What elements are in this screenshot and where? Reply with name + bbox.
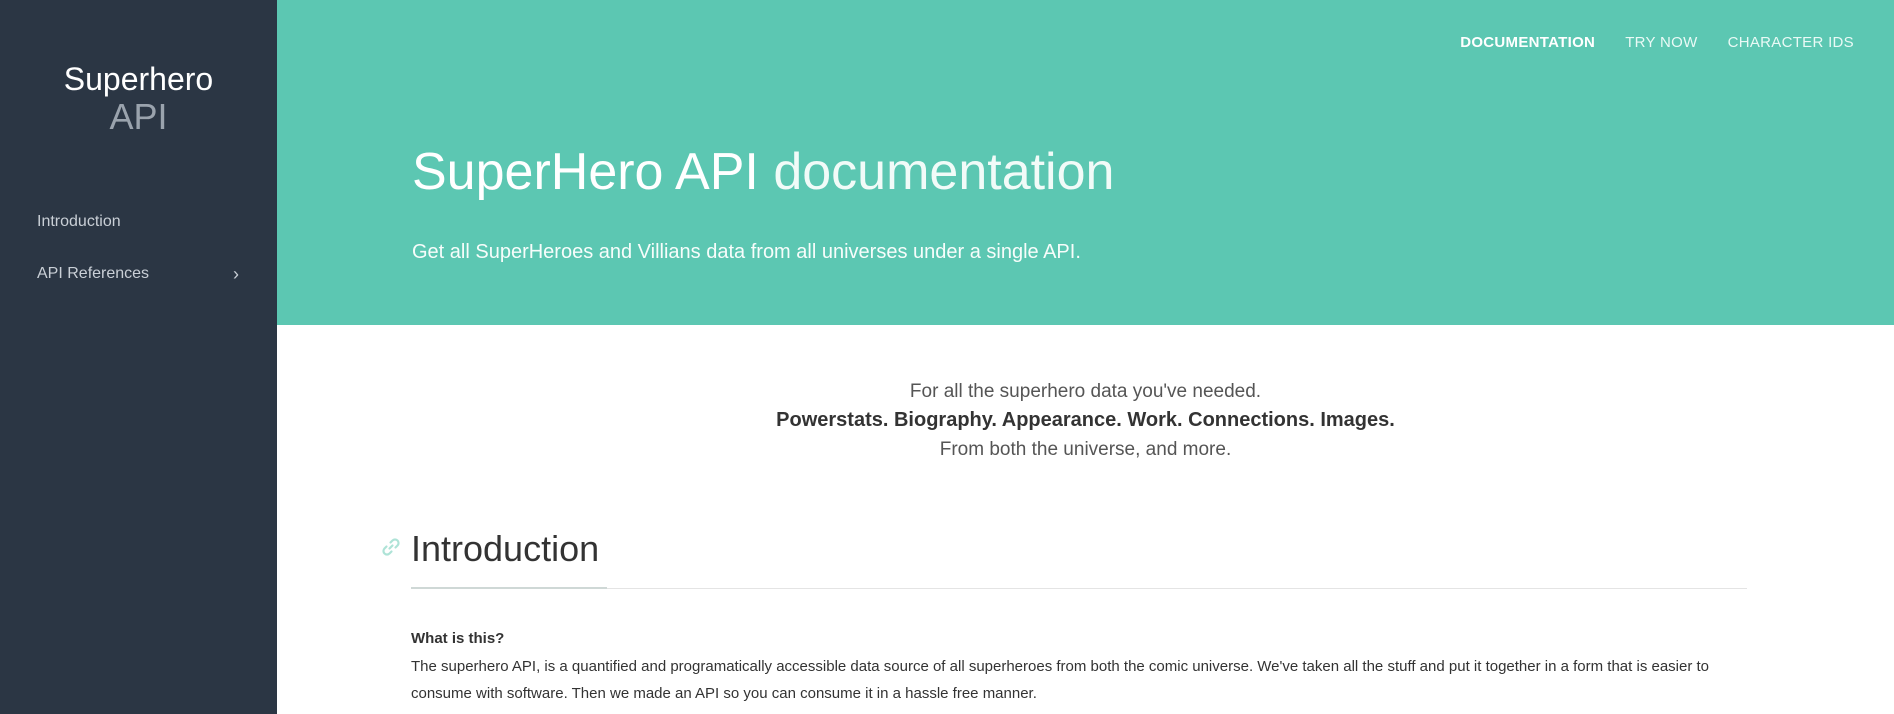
sidebar-item-introduction[interactable]: Introduction xyxy=(0,202,277,254)
page-title-main: SuperHero API xyxy=(412,143,759,201)
sidebar-nav: Introduction API References › xyxy=(0,202,277,306)
chevron-right-icon[interactable]: › xyxy=(233,254,239,294)
brand-title: Superhero xyxy=(63,61,214,97)
page-title: SuperHero API documentation xyxy=(412,142,1114,202)
tagline-line3: From both the universe, and more. xyxy=(939,439,1232,460)
tagline-features: Powerstats. Biography. Appearance. Work.… xyxy=(776,409,1395,431)
nav-link-try-now[interactable]: TRY NOW xyxy=(1625,34,1697,51)
link-icon[interactable] xyxy=(381,537,401,557)
sidebar-item-api-references[interactable]: API References › xyxy=(0,254,277,306)
main-content: For all the superhero data you've needed… xyxy=(277,325,1894,714)
brand-subtitle: API xyxy=(109,96,168,137)
top-nav: DOCUMENTATION TRY NOW CHARACTER IDS xyxy=(1460,34,1854,51)
section-divider xyxy=(411,588,1747,589)
page-subtitle: Get all SuperHeroes and Villians data fr… xyxy=(412,241,1081,263)
tagline: For all the superhero data you've needed… xyxy=(277,377,1894,464)
brand-logo[interactable]: Superhero API xyxy=(0,60,277,136)
sidebar-item-label: API References xyxy=(37,265,150,282)
page-title-light: documentation xyxy=(773,143,1115,201)
sidebar: Superhero API Introduction API Reference… xyxy=(0,0,277,714)
hero-banner: DOCUMENTATION TRY NOW CHARACTER IDS Supe… xyxy=(277,0,1894,325)
section-divider-accent xyxy=(411,587,607,589)
sidebar-item-label: Introduction xyxy=(37,213,121,230)
section-heading-introduction: Introduction xyxy=(411,528,600,569)
what-is-this-body: The superhero API, is a quantified and p… xyxy=(411,658,1710,702)
nav-link-character-ids[interactable]: CHARACTER IDS xyxy=(1728,34,1854,51)
nav-link-documentation[interactable]: DOCUMENTATION xyxy=(1460,34,1595,51)
tagline-line1: For all the superhero data you've needed… xyxy=(909,381,1262,402)
what-is-this-heading: What is this? xyxy=(411,630,505,647)
